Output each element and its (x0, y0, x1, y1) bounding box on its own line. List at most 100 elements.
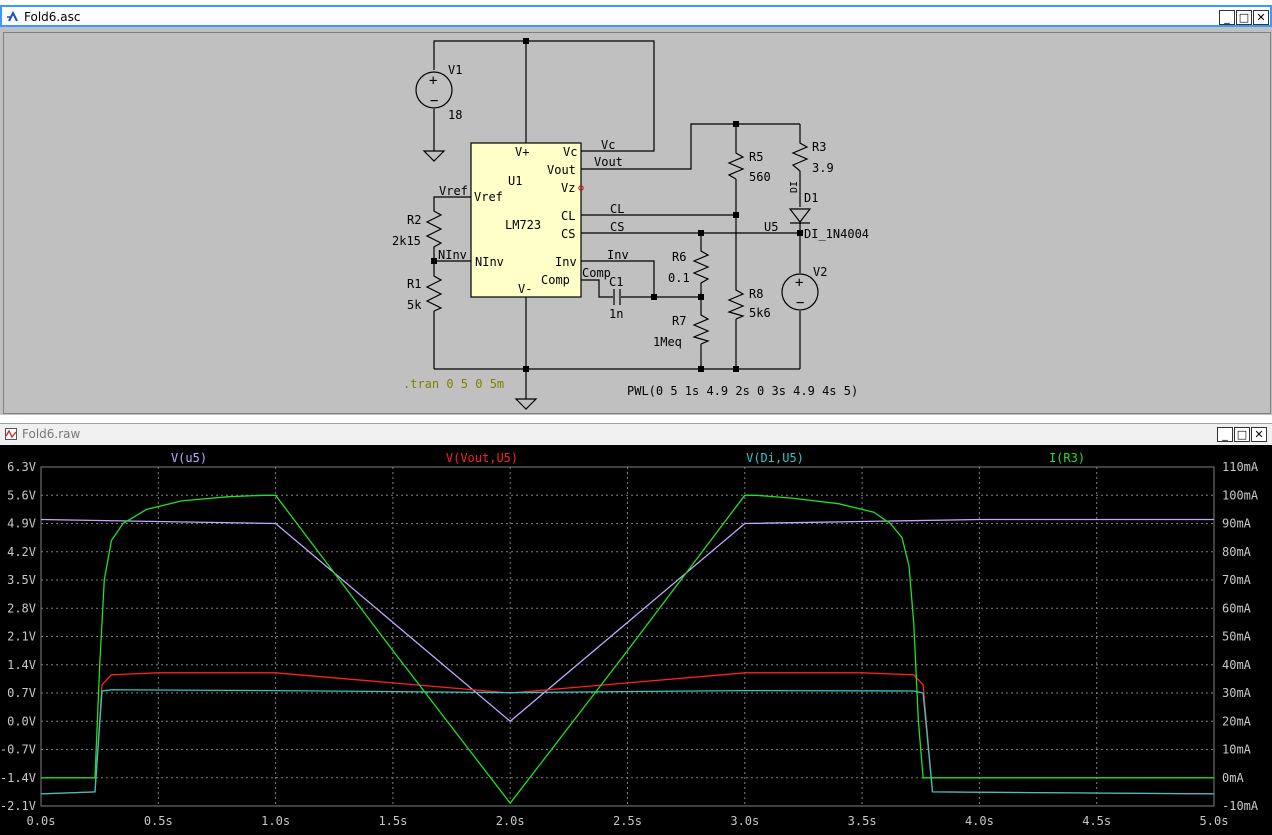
u1-pin-cs: CS (561, 227, 575, 241)
u1-pin-inv: Inv (555, 255, 577, 269)
waveform-close-button[interactable]: ✕ (1251, 427, 1267, 442)
y2-tick-label: 0mA (1222, 771, 1244, 785)
y2-tick-label: 90mA (1222, 517, 1252, 531)
waveform-window-title: Fold6.raw (22, 427, 81, 441)
v1-name: V1 (448, 63, 462, 77)
waveform-maximize-button[interactable]: □ (1234, 427, 1250, 442)
net-label-vref: Vref (439, 184, 468, 198)
r2-resistor (425, 206, 443, 251)
r8-value: 5k6 (749, 306, 771, 320)
y2-tick-label: 30mA (1222, 686, 1252, 700)
y2-tick-label: 10mA (1222, 743, 1252, 757)
net-label-ninv: NInv (438, 248, 467, 262)
y-tick-label: 6.3V (7, 460, 36, 474)
r5-name: R5 (749, 150, 763, 164)
y-tick-label: 4.9V (7, 517, 36, 531)
y2-tick-label: 50mA (1222, 630, 1252, 644)
y2-tick-label: 110mA (1222, 460, 1259, 474)
r8-resistor (727, 286, 745, 320)
schematic-canvas[interactable]: + − + − V1 18 V+ U1 LM723 Vc Vout Vz Vref … (3, 32, 1271, 414)
y2-tick-label: 100mA (1222, 488, 1259, 502)
y-tick-label: -1.4V (0, 771, 36, 785)
waveform-minimize-button[interactable]: _ (1217, 427, 1233, 442)
svg-text:+: + (429, 73, 437, 89)
x-tick-label: 1.5s (378, 814, 407, 828)
y2-tick-label: 20mA (1222, 714, 1252, 728)
r5-value: 560 (749, 170, 771, 184)
legend-label: I(R3) (1049, 451, 1085, 465)
waveform-titlebar[interactable]: Fold6.raw _ □ ✕ (0, 423, 1272, 445)
d1-diode (788, 208, 812, 224)
u1-model: LM723 (505, 218, 541, 232)
r3-value: 3.9 (812, 161, 834, 175)
v1-value: 18 (448, 108, 462, 122)
r7-name: R7 (672, 314, 686, 328)
x-tick-label: 0.0s (27, 814, 56, 828)
legend-label: V(u5) (171, 451, 207, 465)
x-tick-label: 0.5s (144, 814, 173, 828)
maximize-button[interactable]: □ (1236, 10, 1252, 25)
y-tick-label: 0.7V (7, 686, 36, 700)
svg-text:−: − (796, 295, 804, 311)
r5-resistor (727, 149, 745, 180)
u1-pin-vref: Vref (474, 190, 503, 204)
r6-resistor (692, 246, 710, 286)
x-tick-label: 3.5s (848, 814, 877, 828)
spice-directive: .tran 0 5 0 5m (403, 377, 504, 391)
net-label-vout: Vout (594, 155, 623, 169)
y2-tick-label: 40mA (1222, 658, 1252, 672)
y-tick-label: 3.5V (7, 573, 36, 587)
schematic-titlebar[interactable]: Fold6.asc _ □ ✕ (0, 5, 1272, 27)
y2-tick-label: -10mA (1222, 799, 1259, 813)
r3-name: R3 (812, 140, 826, 154)
schematic-icon (7, 11, 18, 22)
y-tick-label: 1.4V (7, 658, 36, 672)
y2-tick-label: 70mA (1222, 573, 1252, 587)
r8-name: R8 (749, 287, 763, 301)
x-tick-label: 1.0s (261, 814, 290, 828)
y2-tick-label: 80mA (1222, 545, 1252, 559)
r2-value: 2k15 (392, 234, 421, 248)
r6-value: 0.1 (668, 271, 690, 285)
u1-pin-vc: Vc (563, 145, 577, 159)
waveform-plot[interactable]: 0.0s 0.5s 1.0s 1.5s 2.0s 2.5s 3.0s 3.5s 4.0s 4.5s… (0, 445, 1272, 835)
net-label-cs: CS (610, 220, 624, 234)
close-button[interactable]: ✕ (1253, 10, 1269, 25)
d1-name: D1 (804, 191, 818, 205)
v2-name: V2 (813, 265, 827, 279)
net-label-inv: Inv (607, 248, 629, 262)
schematic-window: Fold6.asc _ □ ✕ + − + − V1 18 V+ U1 LM72… (0, 5, 1272, 415)
r1-resistor (425, 271, 443, 312)
r3-resistor (791, 139, 809, 177)
r2-name: R2 (407, 213, 421, 227)
schematic-window-title: Fold6.asc (24, 10, 81, 24)
u1-pin-cl: CL (561, 209, 575, 223)
y-tick-label: -2.1V (0, 799, 36, 813)
pwl-source-text: PWL(0 5 1s 4.9 2s 0 3s 4.9 4s 5) (627, 384, 858, 398)
minimize-button[interactable]: _ (1219, 10, 1235, 25)
y-tick-label: 2.8V (7, 601, 36, 615)
y-tick-label: 4.2V (7, 545, 36, 559)
y-tick-label: -0.7V (0, 743, 36, 757)
c1-value: 1n (609, 307, 623, 321)
x-tick-label: 2.5s (613, 814, 642, 828)
svg-text:+: + (795, 275, 803, 291)
x-tick-label: 4.5s (1082, 814, 1111, 828)
y-tick-label: 0.0V (7, 714, 36, 728)
net-label-vc: Vc (601, 138, 615, 152)
legend-label: V(Vout,U5) (446, 451, 518, 465)
r7-value: 1Meq (653, 335, 682, 349)
svg-text:−: − (430, 93, 438, 109)
u1-pin-vminus: V- (518, 282, 532, 296)
d1-marker: DI (789, 181, 800, 193)
u1-pin-vout: Vout (547, 163, 576, 177)
x-tick-label: 3.0s (730, 814, 759, 828)
legend-label: V(Di,U5) (746, 451, 804, 465)
u1-pin-ninv: NInv (475, 255, 504, 269)
net-label-comp: Comp (582, 266, 611, 280)
u1-pin-vplus: V+ (515, 145, 529, 159)
u1-name: U1 (508, 174, 522, 188)
u1-pin-vz: Vz (561, 181, 575, 195)
d1-value: DI_1N4004 (804, 227, 869, 241)
net-label-cl: CL (610, 202, 624, 216)
